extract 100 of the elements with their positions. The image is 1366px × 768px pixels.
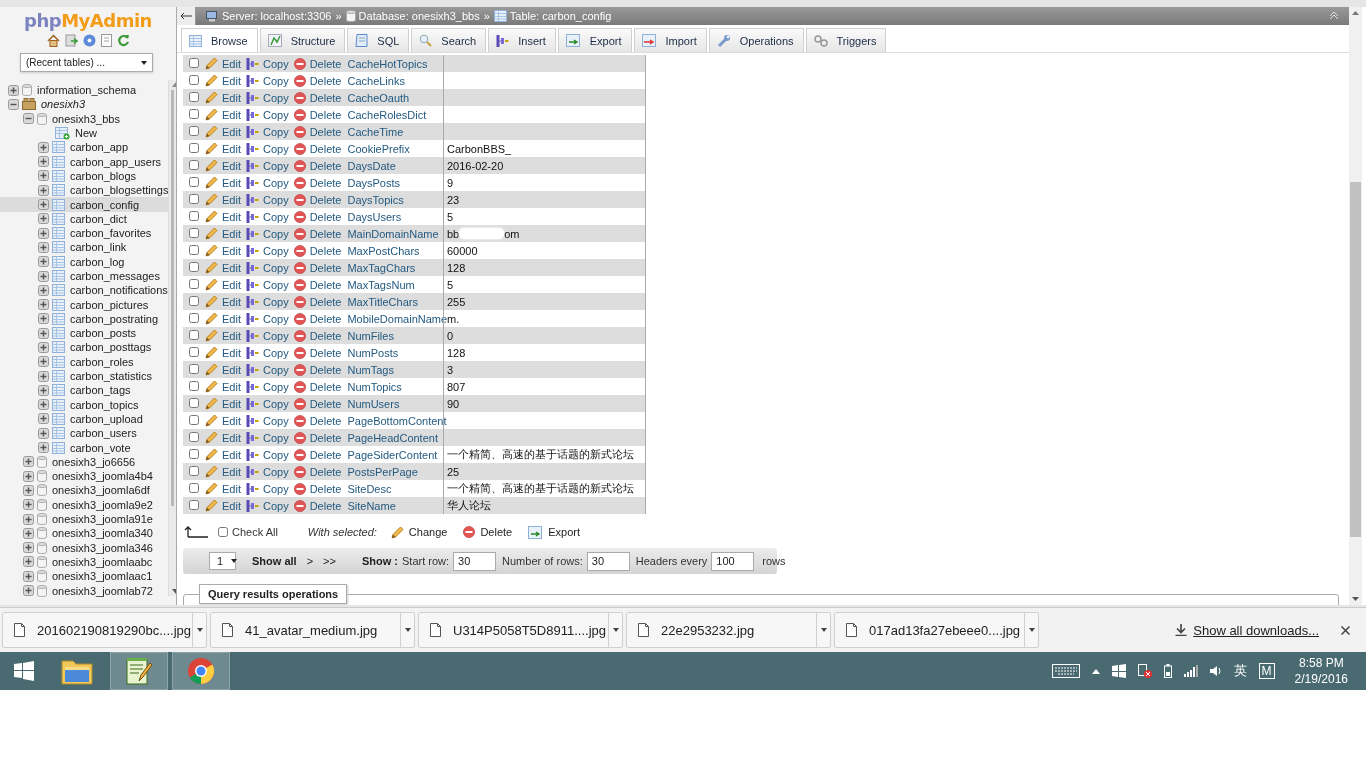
- delete-link[interactable]: Delete: [293, 346, 342, 359]
- copy-link[interactable]: Copy: [245, 57, 289, 70]
- tree-item[interactable]: carbon_log: [70, 255, 125, 268]
- edit-link[interactable]: Edit: [205, 91, 241, 104]
- delete-link[interactable]: Delete: [293, 159, 342, 172]
- copy-link[interactable]: Copy: [245, 91, 289, 104]
- edit-link[interactable]: Edit: [205, 244, 241, 257]
- copy-link[interactable]: Copy: [245, 431, 289, 444]
- tree-item[interactable]: onesixh3_joomlab72: [52, 584, 153, 597]
- export-button[interactable]: Export: [528, 525, 580, 539]
- tab[interactable]: Triggers: [805, 28, 887, 52]
- copy-link[interactable]: Copy: [245, 397, 289, 410]
- copy-link[interactable]: Copy: [245, 482, 289, 495]
- copy-link[interactable]: Copy: [245, 329, 289, 342]
- download-item[interactable]: 017ad13fa27ebeee0....jpg: [834, 612, 1039, 648]
- tree-item[interactable]: carbon_posts: [70, 327, 137, 340]
- copy-link[interactable]: Copy: [245, 346, 289, 359]
- download-item[interactable]: 41_avatar_medium.jpg: [210, 612, 415, 648]
- delete-link[interactable]: Delete: [293, 499, 342, 512]
- tree-item[interactable]: carbon_roles: [70, 355, 134, 368]
- delete-link[interactable]: Delete: [293, 465, 342, 478]
- edit-link[interactable]: Edit: [205, 329, 241, 342]
- copy-link[interactable]: Copy: [245, 414, 289, 427]
- tree-item[interactable]: carbon_config: [70, 198, 140, 211]
- tree-item[interactable]: onesixh3_jo6656: [52, 455, 136, 468]
- breadcrumb-link[interactable]: Database: onesixh3_bbs: [358, 10, 480, 22]
- clock[interactable]: 8:58 PM 2/19/2016: [1294, 655, 1348, 687]
- tree-item[interactable]: carbon_topics: [70, 398, 139, 411]
- copy-link[interactable]: Copy: [245, 176, 289, 189]
- edit-link[interactable]: Edit: [205, 380, 241, 393]
- edit-link[interactable]: Edit: [205, 346, 241, 359]
- tree-item[interactable]: carbon_blogsettings: [70, 184, 169, 197]
- delete-link[interactable]: Delete: [293, 431, 342, 444]
- delete-link[interactable]: Delete: [293, 261, 342, 274]
- tree-item[interactable]: carbon_app_users: [70, 155, 162, 168]
- tree-item[interactable]: onesixh3_bbs: [52, 112, 120, 125]
- delete-link[interactable]: Delete: [293, 278, 342, 291]
- selected-row-highlight[interactable]: carbon_config: [0, 197, 169, 212]
- delete-link[interactable]: Delete: [293, 312, 342, 325]
- edit-link[interactable]: Edit: [205, 74, 241, 87]
- page-dropdown[interactable]: 1: [209, 552, 236, 570]
- copy-link[interactable]: Copy: [245, 244, 289, 257]
- edit-link[interactable]: Edit: [205, 278, 241, 291]
- tree-item[interactable]: onesixh3: [41, 98, 86, 111]
- tab[interactable]: Import: [633, 28, 707, 52]
- copy-link[interactable]: Copy: [245, 499, 289, 512]
- edit-link[interactable]: Edit: [205, 499, 241, 512]
- tree-item[interactable]: carbon_tags: [70, 384, 131, 397]
- tree-item[interactable]: carbon_blogs: [70, 169, 137, 182]
- show-all-button[interactable]: Show all: [252, 555, 297, 567]
- input-mode-indicator[interactable]: M: [1258, 663, 1275, 679]
- edit-link[interactable]: Edit: [205, 227, 241, 240]
- tab[interactable]: SQL: [347, 28, 410, 52]
- copy-link[interactable]: Copy: [245, 448, 289, 461]
- download-item[interactable]: 22e2953232.jpg: [626, 612, 831, 648]
- tree-item[interactable]: onesixh3_joomla340: [52, 527, 153, 540]
- edit-link[interactable]: Edit: [205, 414, 241, 427]
- edit-link[interactable]: Edit: [205, 448, 241, 461]
- tree-item[interactable]: carbon_pictures: [70, 298, 149, 311]
- tab[interactable]: Search: [411, 28, 487, 52]
- check-all-label[interactable]: Check All: [232, 526, 278, 538]
- tree-item[interactable]: carbon_app: [70, 141, 129, 154]
- delete-link[interactable]: Delete: [293, 176, 342, 189]
- delete-link[interactable]: Delete: [293, 57, 342, 70]
- breadcrumb-link[interactable]: Server: localhost:3306: [222, 10, 332, 22]
- edit-link[interactable]: Edit: [205, 142, 241, 155]
- change-button[interactable]: Change: [390, 525, 448, 539]
- copy-link[interactable]: Copy: [245, 465, 289, 478]
- tree-item[interactable]: carbon_posttags: [70, 341, 152, 354]
- copy-link[interactable]: Copy: [245, 210, 289, 223]
- edit-link[interactable]: Edit: [205, 312, 241, 325]
- delete-link[interactable]: Delete: [293, 193, 342, 206]
- next-page-button[interactable]: >: [306, 555, 314, 567]
- tree-item[interactable]: onesixh3_joomlaac1: [52, 570, 153, 583]
- delete-link[interactable]: Delete: [293, 91, 342, 104]
- tree-item[interactable]: onesixh3_joomla91e: [52, 513, 153, 526]
- edit-link[interactable]: Edit: [205, 176, 241, 189]
- edit-link[interactable]: Edit: [205, 482, 241, 495]
- tree-item[interactable]: carbon_vote: [70, 441, 131, 454]
- delete-link[interactable]: Delete: [293, 142, 342, 155]
- delete-link[interactable]: Delete: [293, 329, 342, 342]
- tree-item[interactable]: carbon_messages: [70, 270, 160, 282]
- tree-item[interactable]: carbon_dict: [70, 212, 127, 225]
- edit-link[interactable]: Edit: [205, 210, 241, 223]
- delete-link[interactable]: Delete: [293, 227, 342, 240]
- tree-item[interactable]: carbon_statistics: [70, 370, 152, 383]
- number-field[interactable]: 30: [453, 551, 497, 571]
- delete-link[interactable]: Delete: [293, 414, 342, 427]
- edit-link[interactable]: Edit: [205, 431, 241, 444]
- edit-link[interactable]: Edit: [205, 295, 241, 308]
- edit-link[interactable]: Edit: [205, 465, 241, 478]
- copy-link[interactable]: Copy: [245, 295, 289, 308]
- delete-link[interactable]: Delete: [293, 482, 342, 495]
- edit-link[interactable]: Edit: [205, 193, 241, 206]
- tree-item[interactable]: carbon_favorites: [70, 227, 152, 240]
- breadcrumb-link[interactable]: Table: carbon_config: [509, 10, 612, 22]
- tab[interactable]: Browse: [181, 28, 258, 52]
- copy-link[interactable]: Copy: [245, 108, 289, 121]
- copy-link[interactable]: Copy: [245, 142, 289, 155]
- input-method-indicator[interactable]: 英: [1233, 662, 1247, 680]
